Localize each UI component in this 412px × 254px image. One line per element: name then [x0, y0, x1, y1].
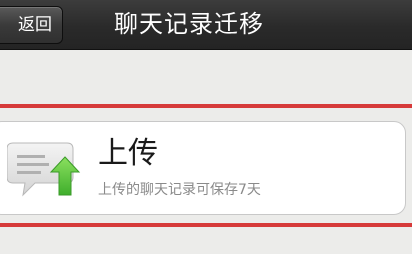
- page-title: 聊天记录迁移: [114, 10, 264, 38]
- upload-subtitle: 上传的聊天记录可保存7天: [98, 182, 261, 198]
- back-button[interactable]: 返回: [0, 6, 63, 44]
- highlight-line-top: [0, 104, 412, 108]
- highlight-line-bottom: [0, 223, 412, 227]
- upload-title: 上传: [98, 136, 158, 171]
- chat-upload-icon: [7, 142, 81, 197]
- navigation-bar: 返回 聊天记录迁移: [0, 0, 412, 50]
